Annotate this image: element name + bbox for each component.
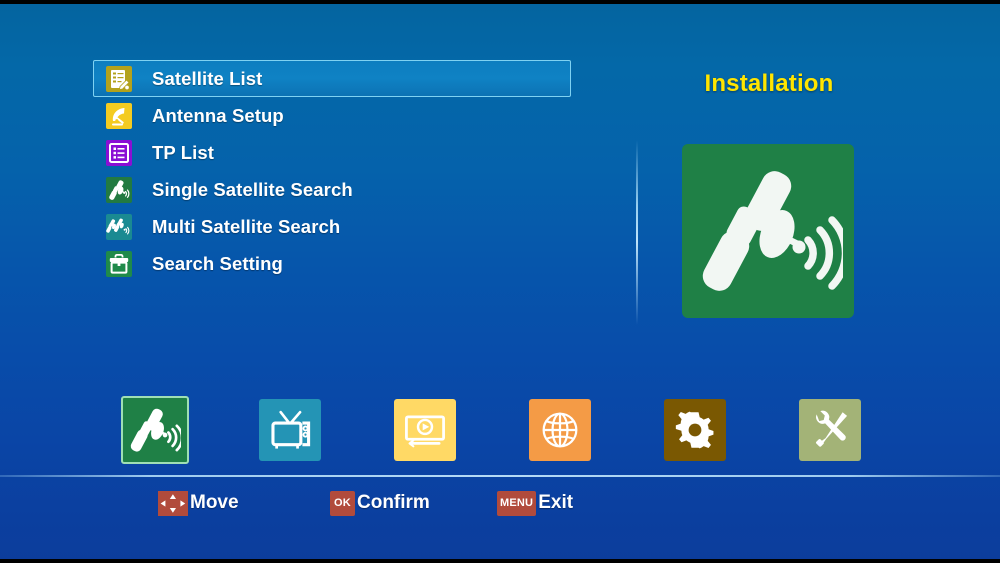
footer-hints: Move OK Confirm MENU Exit (0, 487, 1000, 527)
ok-key-badge: OK (330, 490, 355, 516)
letterbox-top (0, 0, 1000, 4)
tv-menu-screen: Satellite List Antenna Setup TP List Sin… (0, 0, 1000, 563)
main-category-bar (0, 385, 1000, 475)
globe-icon (537, 407, 583, 453)
menu-item-label: Search Setting (152, 252, 283, 274)
category-settings[interactable] (660, 385, 730, 475)
footer-separator (0, 475, 1000, 477)
dpad-arrows-icon (158, 490, 188, 516)
menu-item-label: Single Satellite Search (152, 178, 353, 200)
satellite-signal-icon (106, 176, 132, 203)
document-edit-icon (106, 65, 132, 92)
television-icon (266, 406, 314, 454)
category-installation[interactable] (120, 385, 190, 475)
hint-label: Exit (538, 492, 574, 513)
menu-item-tp-list[interactable]: TP List (93, 134, 571, 171)
menu-item-multi-satellite-search[interactable]: Multi Satellite Search (93, 208, 571, 245)
category-tile (259, 399, 321, 461)
menu-item-antenna-setup[interactable]: Antenna Setup (93, 97, 571, 134)
menu-item-label: Antenna Setup (152, 104, 284, 126)
letterbox-bottom (0, 559, 1000, 563)
satellite-dish-icon (106, 102, 132, 129)
category-tile (121, 396, 189, 464)
toolbox-icon (106, 250, 132, 277)
menu-item-search-setting[interactable]: Search Setting (93, 245, 571, 282)
tools-icon (807, 407, 853, 453)
satellite-signal-icon (129, 404, 181, 456)
multi-satellite-icon (106, 213, 132, 240)
gear-icon (673, 408, 717, 452)
menu-item-label: TP List (152, 141, 215, 163)
media-play-icon (401, 406, 449, 454)
menu-item-label: Satellite List (152, 67, 263, 89)
category-network[interactable] (525, 385, 595, 475)
category-tile (664, 399, 726, 461)
menu-item-satellite-list[interactable]: Satellite List (93, 60, 571, 97)
hint-move[interactable]: Move (158, 487, 239, 519)
menu-item-label: Multi Satellite Search (152, 215, 341, 237)
category-tile (799, 399, 861, 461)
category-tile (394, 399, 456, 461)
list-icon (106, 139, 132, 166)
hint-label: Confirm (357, 492, 430, 513)
category-media-player[interactable] (390, 385, 460, 475)
satellite-signal-icon (693, 156, 843, 306)
category-tile (529, 399, 591, 461)
menu-key-badge: MENU (497, 490, 537, 516)
page-title: Installation (704, 70, 834, 97)
category-tools[interactable] (795, 385, 865, 475)
hint-label: Move (190, 492, 239, 513)
hint-confirm[interactable]: OK Confirm (330, 487, 430, 519)
installation-graphic (682, 144, 854, 318)
category-tv-channels[interactable] (255, 385, 325, 475)
menu-item-single-satellite-search[interactable]: Single Satellite Search (93, 171, 571, 208)
installation-menu-list: Satellite List Antenna Setup TP List Sin… (93, 60, 571, 282)
vertical-divider (636, 140, 638, 325)
hint-exit[interactable]: MENU Exit (497, 487, 573, 519)
